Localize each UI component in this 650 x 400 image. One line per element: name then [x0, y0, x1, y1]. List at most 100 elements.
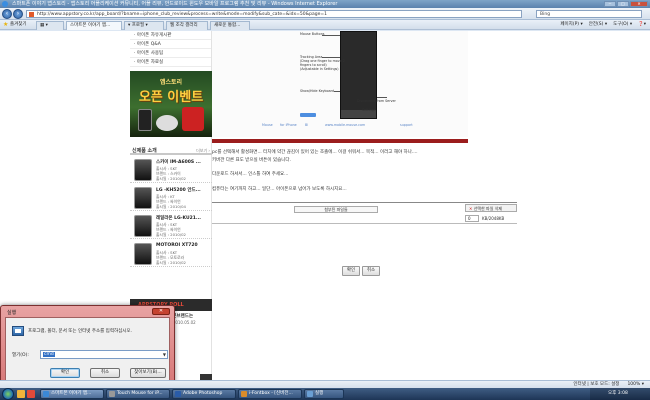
- ok-button[interactable]: 확인: [50, 368, 80, 378]
- tools-menu[interactable]: 도구(O) ▾: [613, 21, 632, 29]
- phone-name: 스카이 IM-A600S ...: [156, 160, 201, 165]
- dialog-title: 실행: [7, 310, 17, 316]
- callout-disconnect: Disconnect from Server: [357, 99, 396, 103]
- phone-thumbnail: [134, 215, 152, 237]
- footer-link[interactable]: Mouse: [262, 123, 273, 127]
- banner-phone-image: [138, 109, 152, 131]
- phone-thumbnail: [134, 187, 152, 209]
- close-button[interactable]: ✕: [630, 1, 648, 7]
- forward-button[interactable]: ›: [13, 9, 23, 19]
- address-bar: ‹ › http://www.appstory.co.kr/app_board/…: [0, 8, 650, 20]
- favorites-label: 즐겨찾기: [10, 22, 27, 27]
- ie-icon: [43, 391, 49, 397]
- tab-profile[interactable]: ▾ 프로필 ▾: [124, 21, 164, 30]
- tab-appstory[interactable]: 스마트폰 이야기 앱...: [66, 21, 122, 30]
- task-fontbox[interactable]: i-Fontbox - [신버전...: [238, 389, 302, 399]
- open-event-banner[interactable]: 앱스토리 오픈 이벤트: [130, 71, 212, 137]
- page-menu[interactable]: 페이지(P) ▾: [560, 21, 582, 29]
- back-button[interactable]: ‹: [2, 9, 12, 19]
- safety-menu[interactable]: 안전(S) ▾: [589, 21, 607, 29]
- media-player-icon[interactable]: [27, 390, 35, 398]
- star-icon: ★: [3, 21, 9, 28]
- footer-link[interactable]: for iPhone: [280, 123, 297, 127]
- task-label: 스마트폰 이야기 앱...: [51, 391, 92, 396]
- phone-name: 레일라온 LG-KU21...: [156, 216, 202, 221]
- chevron-down-icon[interactable]: ▼: [163, 351, 166, 358]
- callout-line: [377, 97, 387, 98]
- list-item[interactable]: LG -KH5200 안드... 출시사 : KT 브랜드 : 싸이언 출시일 …: [130, 185, 212, 211]
- banner-title: 앱스토리: [159, 79, 183, 86]
- phone-name: LG -KH5200 안드...: [156, 188, 201, 193]
- callout-tracking-3: (Adjustable in Settings): [300, 67, 339, 71]
- callout-settings: Settings: [362, 108, 376, 112]
- more-link[interactable]: 더보기 ›: [196, 148, 210, 154]
- cancel-button[interactable]: 취소: [362, 266, 380, 276]
- device-screenshot: [340, 31, 377, 119]
- dialog-close-button[interactable]: ✕: [152, 308, 170, 315]
- footer-link[interactable]: Bl: [305, 123, 308, 127]
- list-item[interactable]: MOTOROI XT720 출시사 : SKT 브랜드 : 모토로라 출시일 :…: [130, 241, 212, 267]
- sidebar-link-archive[interactable]: · 아이폰 자료실: [130, 58, 211, 67]
- zoom-level[interactable]: 100% ▾: [627, 381, 644, 388]
- diagram-blue-button: [300, 113, 316, 117]
- run-dialog: 실행 ✕ 프로그램, 폴더, 문서 또는 인터넷 주소를 입력하십시오. 열기(…: [0, 305, 175, 385]
- phone-release: 출시일 : 2010/02: [156, 176, 186, 181]
- favorites-button[interactable]: ★ 즐겨찾기: [2, 21, 27, 29]
- confirm-button[interactable]: 확인: [342, 266, 360, 276]
- tab-web-gallery[interactable]: 웹 조각 갤러리: [166, 21, 208, 30]
- status-bar: 인터넷 | 보호 모드: 설정 100% ▾: [0, 380, 650, 388]
- taskbar: 스마트폰 이야기 앱... Touch Mouse for iP... Adob…: [0, 388, 650, 400]
- clock[interactable]: 오후 3:08: [608, 391, 628, 396]
- new-products-title: 신제품 소개: [132, 148, 157, 154]
- delete-file-button[interactable]: ✕ 선택한 파일 삭제: [465, 204, 517, 212]
- open-input[interactable]: cmd ▼: [40, 350, 168, 359]
- banner-headline: 오픈 이벤트: [138, 90, 204, 105]
- list-item[interactable]: 레일라온 LG-KU21... 출시사 : SKT 브랜드 : 싸이언 출시일 …: [130, 213, 212, 239]
- list-item[interactable]: 스카이 IM-A600S ... 출시사 : SKT 브랜드 : 스카이 출시일…: [130, 157, 212, 183]
- maximize-button[interactable]: □: [617, 1, 629, 7]
- tab-grid[interactable]: ▦ ▾: [36, 21, 64, 30]
- callout-mouse-buttons: Mouse Buttons: [300, 32, 325, 36]
- open-label: 열기(O):: [12, 353, 29, 358]
- search-input[interactable]: Bing: [536, 10, 642, 18]
- page-favicon-icon: [29, 12, 34, 17]
- article-paragraph: 컴퓨터는 여기까지 하고... 일단... 아이폰으로 넘어가 보도록 하시지요…: [212, 187, 347, 192]
- system-tray: 오후 3:08: [590, 388, 650, 400]
- window-title-bar: 스마트폰 이야기 앱스토리 - 앱스토리 어플리케이션 커뮤니티, 어플 리뷰,…: [0, 0, 650, 8]
- sidebar-link-free-board[interactable]: · 아이폰 자유게시판: [130, 31, 211, 40]
- file-size-label: KB/2048KB: [482, 216, 505, 221]
- phone-release: 출시일 : 2010/02: [156, 232, 186, 237]
- task-label: i-Fontbox - [신버전...: [249, 391, 293, 396]
- task-label: Touch Mouse for iP...: [117, 391, 163, 396]
- url-input[interactable]: http://www.appstory.co.kr/app_board/?bna…: [26, 10, 522, 18]
- banner-mouse-image: [156, 115, 178, 131]
- folder-icon[interactable]: [17, 390, 25, 398]
- phone-thumbnail: [134, 159, 152, 181]
- run-icon: [307, 391, 313, 397]
- file-size-field: 0: [465, 215, 479, 222]
- fontbox-icon: [241, 391, 247, 397]
- dialog-message: 프로그램, 폴더, 문서 또는 인터넷 주소를 입력하십시오.: [28, 329, 132, 334]
- minimize-button[interactable]: ─: [604, 1, 616, 7]
- footer-link[interactable]: support: [400, 123, 413, 127]
- sidebar-link-tips[interactable]: · 아이폰 사용팁: [130, 49, 211, 58]
- task-run[interactable]: 실행: [304, 389, 344, 399]
- start-button[interactable]: [2, 388, 14, 400]
- task-appstory[interactable]: 스마트폰 이야기 앱...: [40, 389, 104, 399]
- ie-icon: [2, 1, 8, 7]
- callout-show-hide: Show/Hide Keyboard: [300, 89, 335, 93]
- task-label: 실행: [315, 391, 324, 396]
- sidebar-link-qna[interactable]: · 아이폰 Q&A: [130, 40, 211, 49]
- new-products-header: 신제품 소개 더보기 ›: [130, 145, 212, 155]
- task-photoshop[interactable]: Adobe Photoshop: [172, 389, 236, 399]
- security-zone[interactable]: 인터넷 | 보호 모드: 설정: [573, 381, 619, 388]
- phone-name: MOTOROI XT720: [156, 243, 198, 248]
- phone-thumbnail: [134, 243, 152, 265]
- photoshop-icon: [175, 391, 181, 397]
- tab-new-browse[interactable]: 새로운 통합...: [210, 21, 250, 30]
- help-menu[interactable]: ❓▾: [638, 21, 646, 29]
- browse-button[interactable]: 찾아보기(B)...: [130, 368, 166, 378]
- footer-link[interactable]: www.mobile.mouse.com: [325, 123, 365, 127]
- task-touch-mouse[interactable]: Touch Mouse for iP...: [106, 389, 170, 399]
- dialog-cancel-button[interactable]: 취소: [90, 368, 120, 378]
